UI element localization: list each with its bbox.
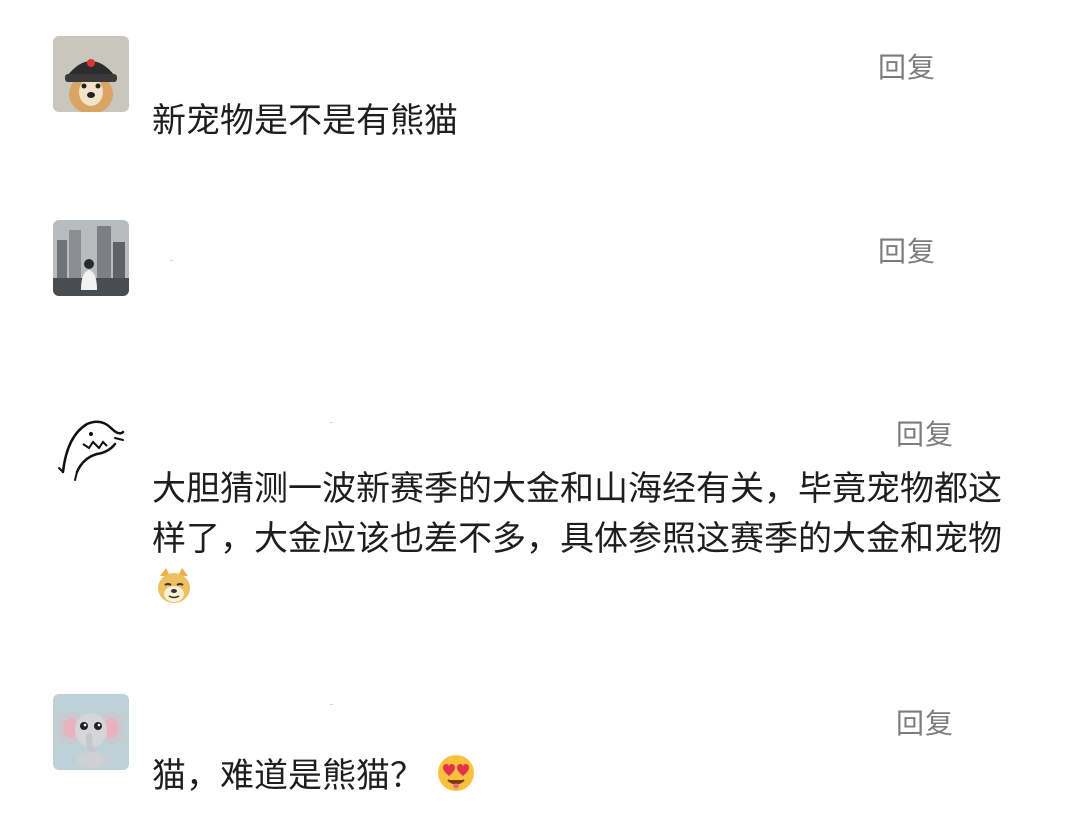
divider-mark — [330, 422, 333, 423]
doge-emoji — [154, 566, 194, 606]
comment-item: 回复 大胆猜测一波新赛季的大金和山海经有关，毕竟宠物都这样了，大金应该也差不多，… — [0, 380, 1080, 680]
divider-mark — [170, 260, 173, 261]
comment-text: 猫，难道是熊猫？ — [152, 751, 1032, 801]
comment-item: 回复 — [0, 180, 1080, 380]
divider-mark — [330, 704, 333, 705]
comment-item: 回复 猫，难道是熊猫？ — [0, 680, 1080, 837]
reply-button[interactable]: 回复 — [878, 46, 936, 86]
reply-button[interactable]: 回复 — [896, 702, 954, 742]
comment-text-body: 猫，难道是熊猫？ — [152, 756, 424, 796]
dog-in-hat-avatar[interactable] — [53, 36, 129, 112]
city-photo-avatar[interactable] — [53, 220, 129, 296]
comment-item: 回复 新宠物是不是有熊猫 — [0, 0, 1080, 180]
reply-button[interactable]: 回复 — [878, 230, 936, 270]
baby-elephant-avatar[interactable] — [53, 694, 129, 770]
heart-eyes-emoji — [436, 753, 476, 793]
comment-text: 新宠物是不是有熊猫 — [152, 101, 458, 141]
comment-text-body: 大胆猜测一波新赛季的大金和山海经有关，毕竟宠物都这样了，大金应该也差不多，具体参… — [152, 469, 1002, 559]
shark-doodle-avatar[interactable] — [53, 410, 129, 486]
reply-button[interactable]: 回复 — [896, 413, 954, 453]
comment-text: 大胆猜测一波新赛季的大金和山海经有关，毕竟宠物都这样了，大金应该也差不多，具体参… — [152, 464, 1032, 614]
